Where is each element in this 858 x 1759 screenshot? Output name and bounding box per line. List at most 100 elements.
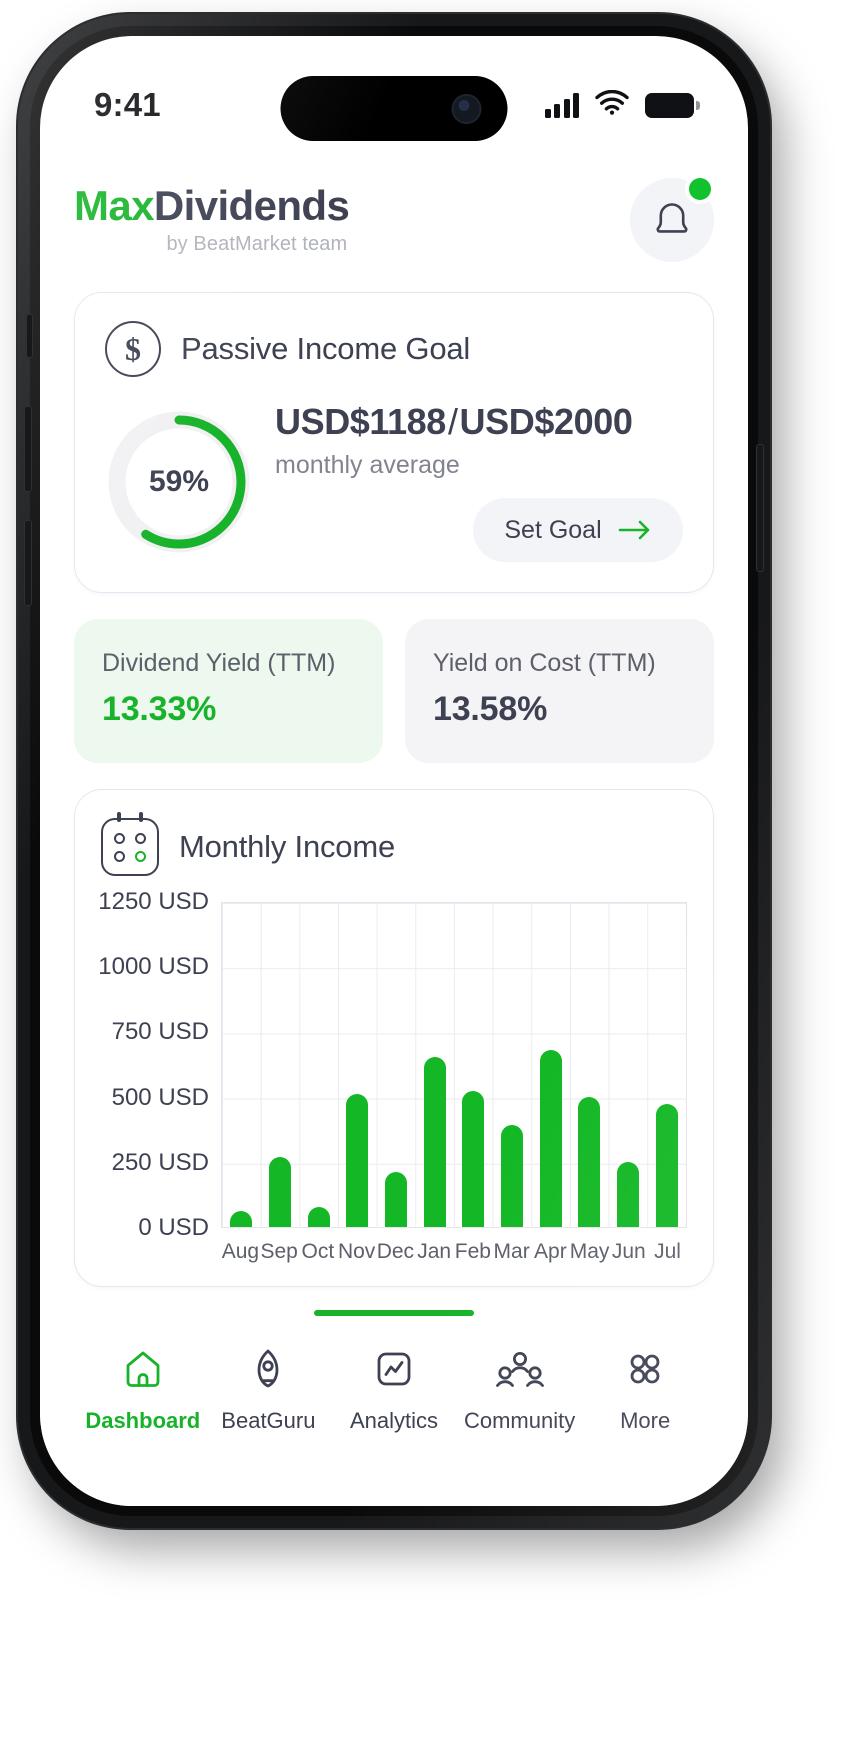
tab-community[interactable]: Community bbox=[457, 1342, 583, 1434]
tab-label: Analytics bbox=[349, 1408, 438, 1433]
status-time: 9:41 bbox=[94, 86, 161, 123]
chart-plot-area bbox=[221, 902, 687, 1228]
cellular-signal-icon bbox=[544, 92, 579, 118]
chart-y-tick: 1250 USD bbox=[98, 888, 209, 915]
tab-label: Dashboard bbox=[85, 1408, 201, 1433]
chart-bar-slot[interactable] bbox=[261, 903, 300, 1227]
dollar-circle-icon: $ bbox=[105, 321, 161, 377]
chart-x-tick: Feb bbox=[454, 1240, 491, 1263]
metric-label: Yield on Cost (TTM) bbox=[433, 649, 656, 677]
notification-button[interactable] bbox=[630, 178, 714, 262]
goal-current-amount: USD$1188 bbox=[275, 401, 446, 442]
chart-bar[interactable] bbox=[307, 1207, 330, 1227]
chart-bar-slot[interactable] bbox=[338, 903, 377, 1227]
goal-card-title: Passive Income Goal bbox=[181, 331, 471, 366]
screenshot-canvas: 9:41 MaxDividends by BeatMarket team $ P… bbox=[0, 0, 858, 1759]
chart-bar[interactable] bbox=[617, 1161, 640, 1227]
monthly-income-chart: 1250 USD 1000 USD 750 USD 500 USD 250 USD 0 U… bbox=[98, 888, 687, 1264]
metric-value: 13.58% bbox=[433, 690, 548, 728]
tab-label: More bbox=[620, 1408, 671, 1433]
dynamic-island bbox=[280, 76, 508, 141]
monthly-income-card: Monthly Income 1250 USD 1000 USD 750 USD 50… bbox=[74, 789, 714, 1287]
front-camera-icon bbox=[451, 93, 482, 124]
chart-x-tick: Apr bbox=[534, 1240, 567, 1263]
volume-up-button[interactable] bbox=[24, 406, 32, 492]
chart-bar[interactable] bbox=[462, 1091, 485, 1227]
goal-subtitle: monthly average bbox=[275, 451, 460, 479]
chart-y-tick: 250 USD bbox=[111, 1148, 209, 1176]
chart-card-title: Monthly Income bbox=[179, 829, 396, 864]
phone-bezel: 9:41 MaxDividends by BeatMarket team $ P… bbox=[30, 26, 758, 1516]
chart-card-header: Monthly Income bbox=[101, 812, 687, 876]
home-icon bbox=[119, 1342, 167, 1396]
goal-amounts: USD$1188/USD$2000 bbox=[275, 401, 683, 443]
chart-bar[interactable] bbox=[539, 1049, 562, 1227]
chart-y-tick: 0 USD bbox=[138, 1214, 209, 1241]
passive-income-goal-card: $ Passive Income Goal 59% USD$1188/USD$2… bbox=[74, 292, 714, 593]
chart-x-axis: Aug Sep Oct Nov Dec Jan Feb Mar Apr May Jun Jul bbox=[221, 1240, 687, 1264]
chart-y-tick: 1000 USD bbox=[98, 953, 209, 981]
goal-card-header: $ Passive Income Goal bbox=[105, 321, 683, 377]
chart-bar-slot[interactable] bbox=[299, 903, 338, 1227]
brand-title-first: Max bbox=[74, 182, 155, 230]
wifi-icon bbox=[595, 89, 629, 120]
goal-card-body: 59% USD$1188/USD$2000 monthly average Se… bbox=[105, 401, 683, 562]
chart-bar[interactable] bbox=[423, 1057, 446, 1227]
chart-x-tick: Aug bbox=[221, 1240, 260, 1263]
goal-target-amount: USD$2000 bbox=[459, 401, 633, 442]
silent-switch[interactable] bbox=[26, 314, 33, 358]
people-icon bbox=[494, 1342, 546, 1396]
metric-card-dividend-yield[interactable]: Dividend Yield (TTM) 13.33% bbox=[74, 619, 383, 763]
chart-bar-slot[interactable] bbox=[570, 903, 609, 1227]
brand-title: MaxDividends bbox=[74, 182, 350, 230]
metric-value: 13.33% bbox=[102, 690, 217, 728]
status-indicators bbox=[544, 89, 700, 120]
tab-beatguru[interactable]: BeatGuru bbox=[206, 1342, 332, 1434]
app-content: MaxDividends by BeatMarket team $ Passiv… bbox=[40, 148, 748, 1506]
phone-screen: 9:41 MaxDividends by BeatMarket team $ P… bbox=[40, 36, 748, 1506]
set-goal-button[interactable]: Set Goal bbox=[473, 498, 683, 562]
chart-x-tick: Oct bbox=[301, 1240, 335, 1263]
chart-bar-slot[interactable] bbox=[222, 903, 261, 1227]
chart-y-tick: 500 USD bbox=[111, 1083, 209, 1111]
chart-bar-slot[interactable] bbox=[415, 903, 454, 1227]
chart-bar[interactable] bbox=[230, 1211, 253, 1227]
chart-bar[interactable] bbox=[655, 1104, 678, 1227]
volume-down-button[interactable] bbox=[24, 520, 32, 606]
battery-icon bbox=[645, 92, 700, 118]
goal-percent-label: 59% bbox=[148, 464, 210, 498]
chart-bar-slot[interactable] bbox=[609, 903, 648, 1227]
brand-subtitle: by BeatMarket team bbox=[166, 232, 348, 255]
chart-x-tick: Jul bbox=[654, 1240, 681, 1263]
chart-x-tick: Sep bbox=[260, 1240, 298, 1263]
power-button[interactable] bbox=[756, 444, 764, 572]
status-bar: 9:41 bbox=[40, 36, 748, 148]
goal-progress-ring: 59% bbox=[105, 408, 253, 556]
goal-amount-separator: / bbox=[447, 401, 458, 442]
chart-bars bbox=[222, 903, 686, 1227]
chart-square-icon bbox=[370, 1342, 418, 1396]
chart-x-tick: Jan bbox=[417, 1240, 452, 1263]
tab-analytics[interactable]: Analytics bbox=[331, 1342, 457, 1434]
chart-bar-slot[interactable] bbox=[647, 903, 686, 1227]
tab-more[interactable]: More bbox=[582, 1342, 708, 1434]
chart-x-tick: Dec bbox=[376, 1240, 415, 1263]
chart-bar-slot[interactable] bbox=[531, 903, 570, 1227]
grid-dots-icon bbox=[621, 1342, 669, 1396]
chart-y-axis: 1250 USD 1000 USD 750 USD 500 USD 250 USD 0 U… bbox=[98, 888, 221, 1241]
metric-card-yield-on-cost[interactable]: Yield on Cost (TTM) 13.58% bbox=[405, 619, 714, 763]
chart-bar-slot[interactable] bbox=[454, 903, 493, 1227]
chart-bar[interactable] bbox=[346, 1094, 369, 1227]
arrow-right-icon bbox=[618, 519, 652, 541]
chart-bar[interactable] bbox=[385, 1172, 408, 1227]
chart-bar[interactable] bbox=[501, 1125, 524, 1227]
chart-bar[interactable] bbox=[269, 1156, 291, 1227]
rocket-icon bbox=[244, 1342, 292, 1396]
tab-dashboard[interactable]: Dashboard bbox=[80, 1342, 206, 1434]
chart-bar-slot[interactable] bbox=[377, 903, 416, 1227]
chart-bar-slot[interactable] bbox=[493, 903, 532, 1227]
chart-plot-wrapper: Aug Sep Oct Nov Dec Jan Feb Mar Apr May Jun Jul bbox=[221, 902, 687, 1264]
phone-frame: 9:41 MaxDividends by BeatMarket team $ P… bbox=[18, 14, 770, 1528]
chart-bar[interactable] bbox=[578, 1096, 601, 1227]
app-bar: MaxDividends by BeatMarket team bbox=[74, 148, 714, 262]
